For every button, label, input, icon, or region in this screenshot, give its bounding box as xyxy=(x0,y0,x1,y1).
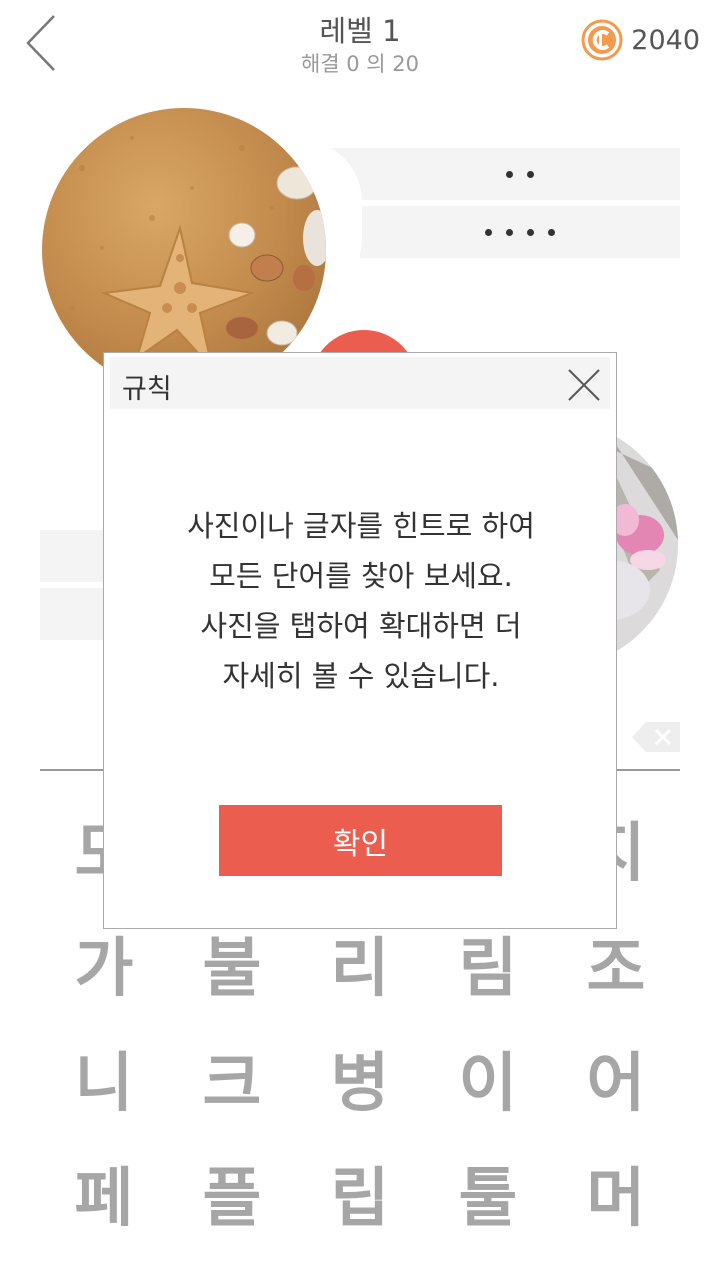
rules-dialog: 규칙 사진이나 글자를 힌트로 하여 모든 단어를 찾아 보세요. 사진을 탭하… xyxy=(103,352,617,929)
hint-photo-beach[interactable] xyxy=(42,108,326,392)
coin-count: 2040 xyxy=(631,24,700,56)
letter-tile[interactable]: 플 xyxy=(168,1135,296,1250)
dialog-line: 모든 단어를 찾아 보세요. xyxy=(209,559,513,593)
letter-tile[interactable]: 병 xyxy=(296,1020,424,1135)
answer-slot-2[interactable] xyxy=(360,206,680,258)
dialog-line: 사진을 탭하여 확대하면 더 xyxy=(200,609,522,643)
letter-tile[interactable]: 머 xyxy=(552,1135,680,1250)
delete-button[interactable] xyxy=(632,722,680,752)
letter-tile[interactable]: 페 xyxy=(40,1135,168,1250)
dialog-message: 사진이나 글자를 힌트로 하여 모든 단어를 찾아 보세요. 사진을 탭하여 확… xyxy=(104,501,618,701)
close-button[interactable] xyxy=(566,367,602,403)
letter-tile[interactable]: 니 xyxy=(40,1020,168,1135)
answer-slot-1[interactable] xyxy=(330,148,680,200)
letter-tile[interactable]: 립 xyxy=(296,1135,424,1250)
dialog-line: 사진이나 글자를 힌트로 하여 xyxy=(187,509,535,543)
dialog-header: 규칙 xyxy=(110,357,610,409)
dialog-title: 규칙 xyxy=(122,374,172,405)
letter-tile[interactable]: 크 xyxy=(168,1020,296,1135)
letter-tile[interactable]: 어 xyxy=(552,1020,680,1135)
close-icon xyxy=(568,369,600,401)
coin-balance[interactable]: 2040 xyxy=(581,18,700,62)
coin-icon xyxy=(581,19,623,61)
backspace-icon xyxy=(632,722,680,752)
confirm-button[interactable]: 확인 xyxy=(219,805,502,876)
letter-tile[interactable]: 툴 xyxy=(424,1135,552,1250)
dialog-line: 자세히 볼 수 있습니다. xyxy=(222,659,500,693)
letter-tile[interactable]: 이 xyxy=(424,1020,552,1135)
